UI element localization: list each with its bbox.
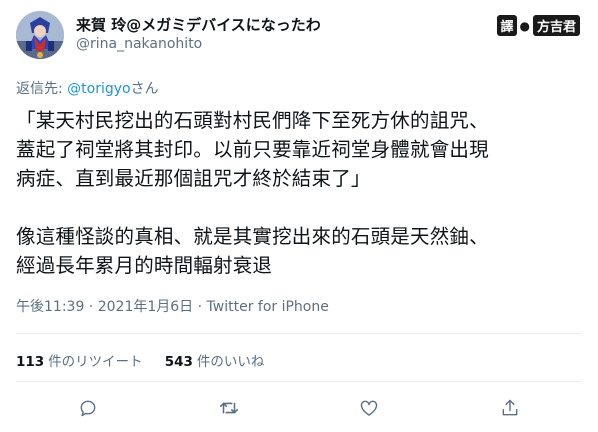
meta-separator-2: ·	[193, 299, 207, 315]
display-name[interactable]: 来賀 玲@メガミデバイスになったわ	[76, 14, 321, 35]
tweet-source[interactable]: Twitter for iPhone	[207, 299, 329, 315]
watermark-translate: 譯	[497, 15, 517, 36]
action-bar	[0, 395, 598, 421]
reply-button[interactable]	[75, 395, 101, 421]
tweet-meta: 午後11:39 · 2021年1月6日 · Twitter for iPhone	[16, 296, 329, 316]
heart-icon	[360, 400, 378, 416]
tweet-stats: 113 件のリツイート 543 件のいいね	[16, 350, 264, 370]
reply-mention-link[interactable]: @torigyo	[67, 81, 130, 97]
avatar-image	[16, 11, 64, 59]
watermark-dot: ●	[519, 18, 530, 33]
divider-bottom	[16, 381, 582, 382]
retweet-label: 件のリツイート	[48, 354, 143, 370]
tweet-card: 来賀 玲@メガミデバイスになったわ @rina_nakanohito 譯 ● 方…	[0, 0, 598, 432]
user-handle[interactable]: @rina_nakanohito	[76, 36, 202, 52]
like-label: 件のいいね	[196, 354, 265, 370]
share-icon	[502, 399, 518, 416]
like-stat[interactable]: 543 件のいいね	[165, 350, 265, 370]
tweet-text: 「某天村民挖出的石頭對村民們降下至死方休的詛咒、 蓋起了祠堂將其封印。以前只要靠…	[16, 109, 489, 277]
tweet-time[interactable]: 午後11:39	[16, 299, 84, 315]
reply-icon	[80, 400, 96, 417]
watermark-name: 方吉君	[532, 15, 580, 36]
divider-top	[16, 333, 582, 334]
tweet-date[interactable]: 2021年1月6日	[98, 299, 193, 315]
retweet-stat[interactable]: 113 件のリツイート	[16, 350, 143, 370]
avatar[interactable]	[16, 11, 64, 59]
like-count: 543	[164, 354, 193, 370]
reply-to-line: 返信先: @torigyoさん	[16, 78, 159, 98]
meta-separator: ·	[84, 299, 98, 315]
retweet-count: 113	[16, 354, 45, 370]
share-button[interactable]	[497, 395, 523, 421]
reply-prefix: 返信先:	[16, 81, 68, 97]
like-button[interactable]	[356, 395, 382, 421]
retweet-icon	[219, 402, 239, 414]
watermark: 譯 ● 方吉君	[497, 15, 580, 36]
retweet-button[interactable]	[216, 395, 242, 421]
reply-suffix: さん	[130, 81, 159, 97]
